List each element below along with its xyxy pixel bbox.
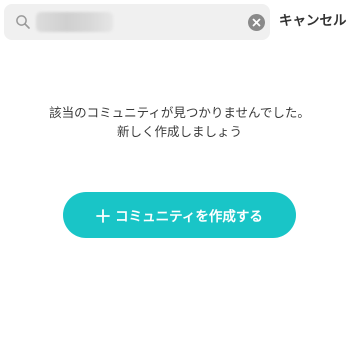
search-query-text[interactable] <box>36 12 113 32</box>
search-icon <box>15 14 31 30</box>
empty-state-line-1: 該当のコミュニティが見つかりませんでした。 <box>49 105 310 120</box>
create-community-button[interactable]: コミュニティを作成する <box>63 192 296 238</box>
empty-state-message: 該当のコミュニティが見つかりませんでした。 新しく作成しましょう <box>0 103 359 141</box>
community-search-screen: キャンセル 該当のコミュニティが見つかりませんでした。 新しく作成しましょう コ… <box>0 0 359 344</box>
empty-state-line-2: 新しく作成しましょう <box>116 124 242 139</box>
clear-search-icon[interactable] <box>248 14 265 31</box>
search-bar[interactable] <box>4 4 270 40</box>
cancel-button[interactable]: キャンセル <box>279 10 347 32</box>
create-community-label: コミュニティを作成する <box>115 209 263 225</box>
plus-icon <box>96 208 111 223</box>
